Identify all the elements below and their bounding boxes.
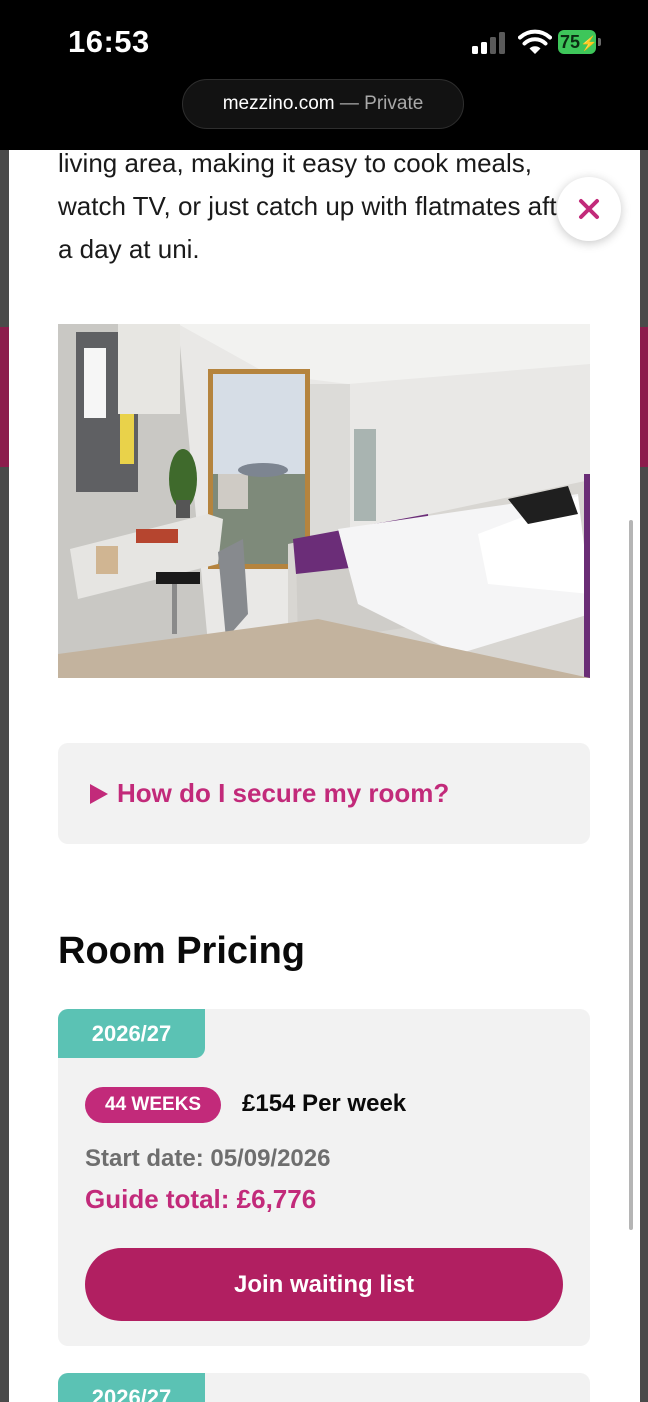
status-bar: 16:53 75⚡ mezzino.com — Private: [0, 0, 648, 150]
join-waiting-list-button[interactable]: Join waiting list: [85, 1248, 563, 1321]
wifi-icon: [518, 29, 552, 54]
room-pricing-title: Room Pricing: [58, 930, 306, 972]
background-page-right: [640, 150, 648, 1402]
disclosure-triangle-icon: [90, 783, 108, 804]
url-host: mezzino.com: [222, 93, 335, 114]
cellular-signal-icon: [472, 32, 508, 54]
room-photo: [58, 324, 590, 678]
room-description-text: living area, making it easy to cook meal…: [58, 150, 580, 264]
close-button[interactable]: [557, 177, 621, 241]
battery-level: 75: [560, 32, 581, 52]
room-details-modal: living area, making it easy to cook meal…: [9, 150, 640, 1402]
private-mode-label: — Private: [334, 93, 424, 114]
background-page-left: [0, 150, 9, 1402]
url-bar[interactable]: mezzino.com — Private: [182, 79, 464, 129]
guide-total: Guide total: £6,776: [85, 1184, 317, 1214]
pricing-card: 2026/27: [58, 1373, 590, 1402]
battery-icon: 75⚡: [558, 30, 602, 54]
start-date: Start date: 05/09/2026: [85, 1145, 331, 1172]
pricing-card: 2026/27 44 WEEKS £154 Per week Start dat…: [58, 1009, 590, 1346]
academic-year-tag: 2026/27: [58, 1009, 205, 1058]
close-icon: [579, 199, 599, 219]
scrollbar[interactable]: [629, 520, 633, 1230]
weeks-badge: 44 WEEKS: [85, 1087, 222, 1123]
academic-year-tag: 2026/27: [58, 1373, 205, 1402]
faq-secure-room-toggle[interactable]: How do I secure my room?: [58, 743, 590, 844]
weekly-price: £154 Per week: [242, 1090, 407, 1117]
status-time: 16:53: [68, 24, 150, 59]
faq-question: How do I secure my room?: [117, 778, 450, 808]
